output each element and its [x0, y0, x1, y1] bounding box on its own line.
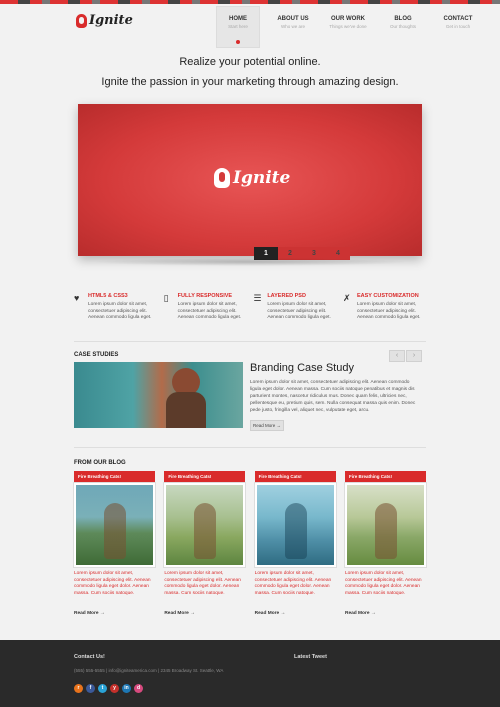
- feature-html5: ♥ HTML5 & CSS3 Lorem ipsum dolor sit ame…: [74, 293, 157, 322]
- nav-sublabel: Start here: [228, 24, 248, 29]
- feature-customization: ✗ EASY CUSTOMIZATION Lorem ipsum dolor s…: [343, 293, 426, 322]
- contact-info: (555) 555-5555 | info@igniteamerica.com …: [74, 668, 224, 673]
- twitter-icon[interactable]: t: [98, 684, 107, 693]
- nav-label: BLOG: [394, 16, 412, 22]
- feature-text: Lorem ipsum dolor sit amet, consectetuer…: [356, 302, 421, 320]
- rss-icon[interactable]: r: [74, 684, 83, 693]
- blog-read-more-link[interactable]: Read More →: [345, 611, 426, 616]
- flame-icon: [214, 168, 230, 188]
- nav-item-home[interactable]: HOME Start here: [216, 6, 260, 48]
- section-divider: [74, 447, 426, 448]
- blog-read-more-link[interactable]: Read More →: [255, 611, 336, 616]
- heart-icon: ♥: [74, 293, 80, 303]
- nav-sublabel: Get in touch: [445, 24, 471, 29]
- blog-post-excerpt: Lorem ipsum dolor sit amet, consectetuer…: [164, 571, 241, 596]
- blog-post-image[interactable]: [254, 483, 336, 567]
- blog-post-excerpt: Lorem ipsum dolor sit amet, consectetuer…: [74, 571, 151, 596]
- blog-post-image[interactable]: [74, 483, 155, 567]
- feature-title: FULLY RESPONSIVE: [177, 293, 233, 299]
- feature-psd: ☰ LAYERED PSD Lorem ipsum dolor sit amet…: [253, 293, 336, 322]
- wrench-icon: ✗: [342, 293, 351, 303]
- case-study-title[interactable]: Branding Case Study: [250, 362, 354, 374]
- blog-read-more-link[interactable]: Read More →: [164, 611, 245, 616]
- tagline-secondary: Ignite the passion in your marketing thr…: [101, 76, 399, 88]
- feature-title: HTML5 & CSS3: [88, 293, 128, 299]
- active-indicator: [236, 40, 240, 44]
- nav-sublabel: Who we are: [280, 24, 305, 29]
- tagline-primary: Realize your potential online.: [179, 56, 321, 68]
- phone-icon: ▯: [163, 293, 169, 303]
- blog-grid: Fire Breathing Cats! Lorem ipsum dolor s…: [74, 471, 426, 616]
- blog-read-more-link[interactable]: Read More →: [74, 611, 155, 616]
- nav-item-contact[interactable]: CONTACT Get in touch: [436, 6, 480, 48]
- nav-label: CONTACT: [443, 16, 473, 22]
- nav-sublabel: Things we've done: [329, 24, 367, 29]
- feature-text: Lorem ipsum dolor sit amet, consectetuer…: [267, 302, 331, 320]
- facebook-icon[interactable]: f: [86, 684, 95, 693]
- nav-item-work[interactable]: OUR WORK Things we've done: [326, 6, 370, 48]
- case-study-text: Lorem ipsum dolor sit amet, consectetuer…: [250, 380, 416, 413]
- nav-item-about[interactable]: ABOUT US Who we are: [271, 6, 315, 48]
- linkedin-icon[interactable]: in: [122, 684, 131, 693]
- logo-text: Ignite: [89, 13, 133, 28]
- blog-card: Fire Breathing Cats! Lorem ipsum dolor s…: [254, 471, 336, 616]
- blog-post-title[interactable]: Fire Breathing Cats!: [344, 471, 426, 483]
- feature-title: LAYERED PSD: [267, 293, 306, 299]
- section-divider: [74, 341, 426, 342]
- blog-card: Fire Breathing Cats! Lorem ipsum dolor s…: [164, 471, 246, 616]
- hero-slider[interactable]: Ignite: [78, 104, 422, 256]
- read-more-button[interactable]: Read More →: [250, 420, 284, 431]
- features-row: ♥ HTML5 & CSS3 Lorem ipsum dolor sit ame…: [74, 293, 426, 322]
- feature-responsive: ▯ FULLY RESPONSIVE Lorem ipsum dolor sit…: [164, 293, 247, 322]
- next-arrow-button[interactable]: ›: [406, 350, 422, 362]
- nav-label: HOME: [229, 16, 247, 22]
- nav-label: ABOUT US: [277, 16, 309, 22]
- blog-post-title[interactable]: Fire Breathing Cats!: [164, 471, 246, 483]
- prev-arrow-button[interactable]: ‹: [389, 350, 405, 362]
- site-footer: Contact Us! Latest Tweet (555) 555-5555 …: [0, 640, 500, 707]
- blog-card: Fire Breathing Cats! Lorem ipsum dolor s…: [344, 471, 426, 616]
- blog-post-image[interactable]: [344, 483, 426, 567]
- top-stripe: [0, 0, 500, 4]
- hero-logo-text: Ignite: [233, 168, 291, 188]
- blog-post-title[interactable]: Fire Breathing Cats!: [74, 471, 155, 483]
- nav-item-blog[interactable]: BLOG Our thoughts: [381, 6, 425, 48]
- main-nav: HOME Start here ABOUT US Who we are OUR …: [216, 6, 491, 48]
- dribbble-icon[interactable]: d: [134, 684, 143, 693]
- flame-icon: [76, 13, 87, 28]
- case-study-arrows: ‹ ›: [389, 350, 422, 362]
- feature-title: EASY CUSTOMIZATION: [356, 293, 419, 299]
- feature-text: Lorem ipsum dolor sit amet, consectetuer…: [88, 302, 152, 320]
- nav-sublabel: Our thoughts: [389, 24, 416, 29]
- layers-icon: ☰: [253, 293, 262, 303]
- contact-heading: Contact Us!: [74, 654, 105, 660]
- case-studies-heading: CASE STUDIES: [74, 352, 119, 358]
- blog-card: Fire Breathing Cats! Lorem ipsum dolor s…: [74, 471, 155, 616]
- blog-post-title[interactable]: Fire Breathing Cats!: [254, 471, 336, 483]
- hero-logo: Ignite: [214, 168, 290, 188]
- blog-heading: FROM OUR BLOG: [74, 460, 126, 466]
- feature-text: Lorem ipsum dolor sit amet, consectetuer…: [177, 302, 242, 320]
- latest-tweet-heading: Latest Tweet: [294, 654, 327, 660]
- social-links: r f t y in d: [74, 684, 143, 693]
- youtube-icon[interactable]: y: [110, 684, 119, 693]
- slider-shadow: [90, 258, 410, 266]
- blog-post-image[interactable]: [164, 483, 246, 567]
- blog-post-excerpt: Lorem ipsum dolor sit amet, consectetuer…: [254, 571, 332, 596]
- site-logo[interactable]: Ignite: [76, 13, 133, 28]
- nav-label: OUR WORK: [331, 16, 365, 22]
- case-study-image[interactable]: [74, 362, 243, 428]
- blog-post-excerpt: Lorem ipsum dolor sit amet, consectetuer…: [344, 571, 422, 596]
